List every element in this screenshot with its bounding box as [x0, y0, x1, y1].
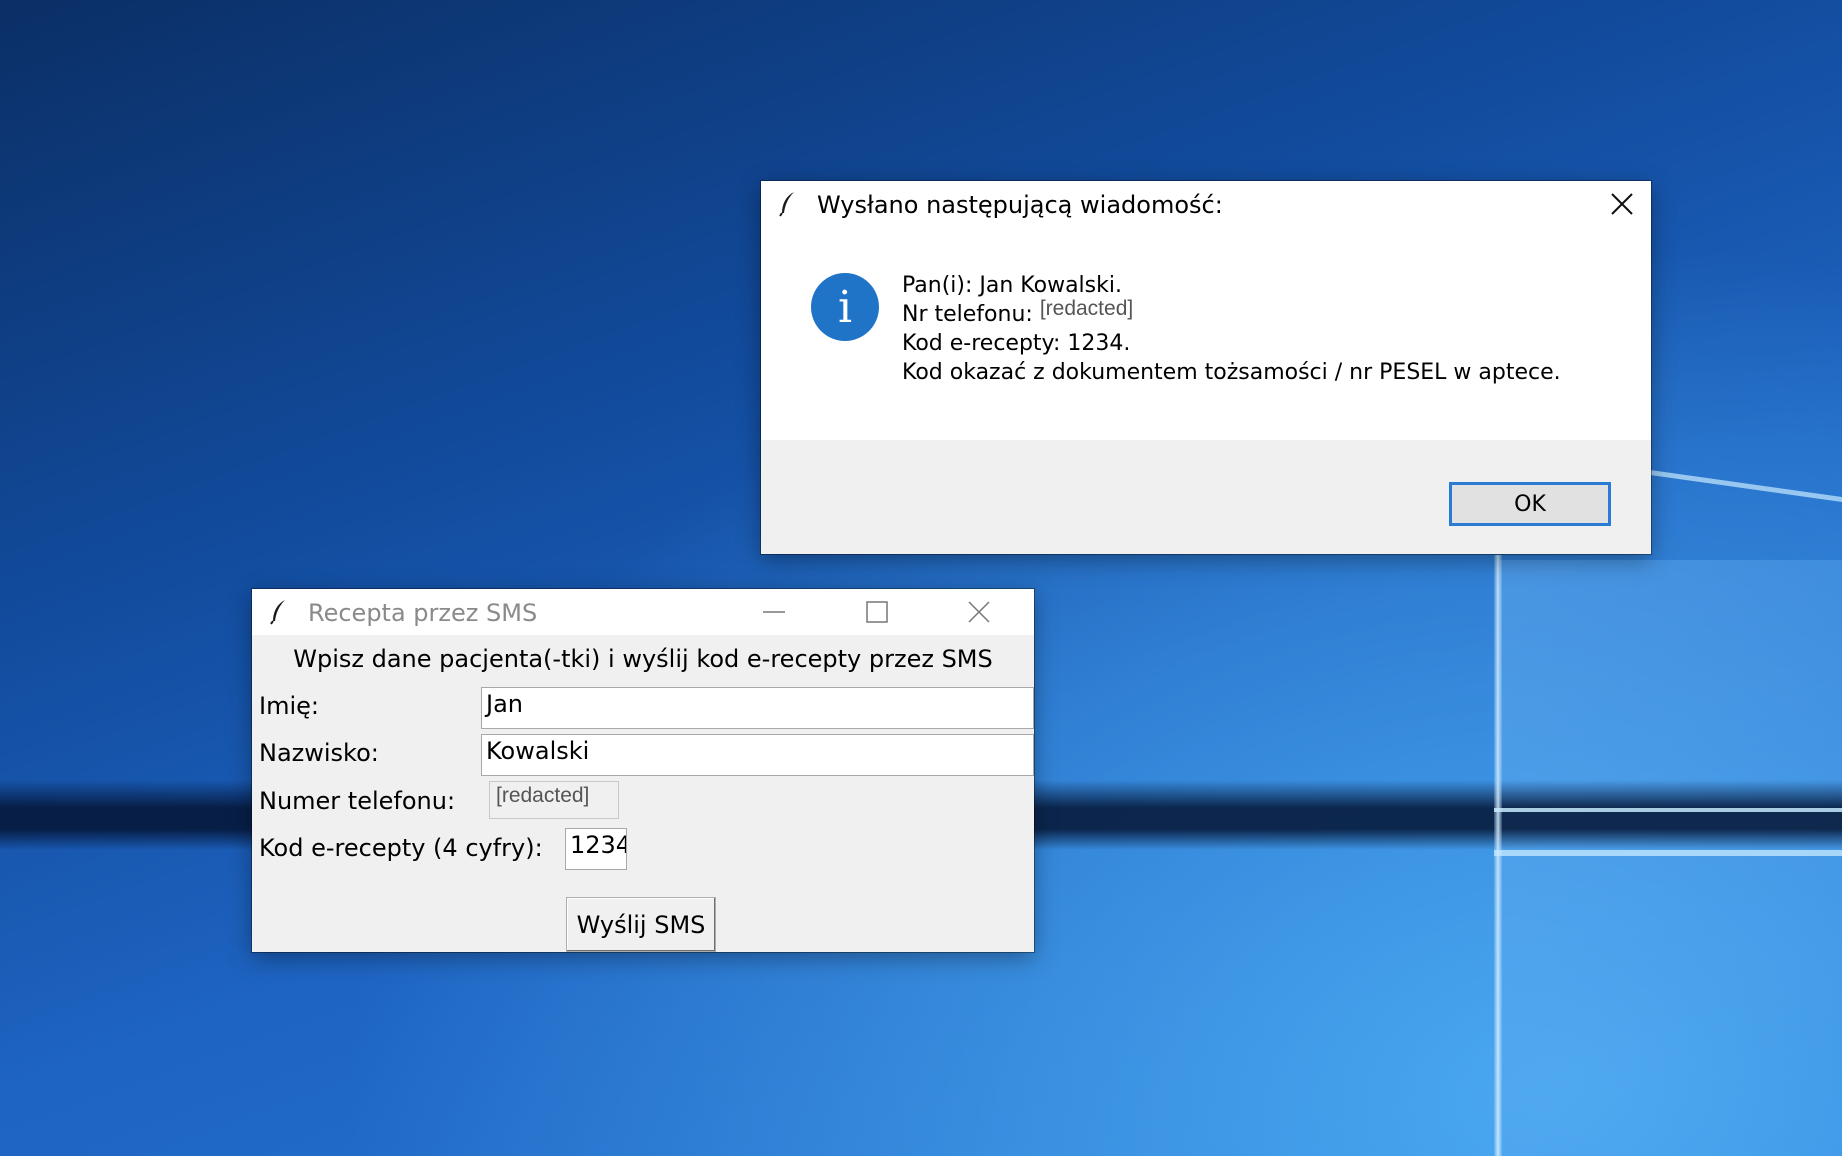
wallpaper-light	[1500, 560, 1842, 1156]
message-line-instructions: Kod okazać z dokumentem tożsamości / nr …	[902, 360, 1561, 385]
feather-icon	[270, 600, 285, 625]
message-line-phone: Nr telefonu: [redacted]	[902, 297, 1561, 329]
dialog-body: i Pan(i): Jan Kowalski. Nr telefonu: [re…	[761, 227, 1651, 440]
code-label: Kod e-recepty (4 cyfry):	[259, 834, 543, 862]
close-button[interactable]	[950, 589, 1008, 635]
close-icon	[1611, 193, 1633, 215]
message-text: Pan(i): Jan Kowalski. Nr telefonu: [reda…	[902, 271, 1561, 387]
message-dialog: Wysłano następującą wiadomość: i Pan(i):…	[761, 181, 1651, 554]
dialog-title: Wysłano następującą wiadomość:	[817, 191, 1223, 219]
maximize-icon	[866, 601, 888, 623]
message-line-patient: Pan(i): Jan Kowalski.	[902, 273, 1122, 298]
minimize-icon	[763, 611, 785, 613]
app-titlebar[interactable]: Recepta przez SMS	[252, 589, 1034, 635]
last-name-input[interactable]: Kowalski	[481, 734, 1034, 776]
phone-input[interactable]: [redacted]	[489, 781, 619, 819]
form-heading: Wpisz dane pacjenta(-tki) i wyślij kod e…	[293, 645, 993, 673]
last-name-label: Nazwisko:	[259, 739, 379, 767]
message-line-code: Kod e-recepty: 1234.	[902, 331, 1131, 356]
maximize-button[interactable]	[848, 589, 906, 635]
ok-button[interactable]: OK	[1449, 482, 1611, 526]
app-title: Recepta przez SMS	[308, 599, 538, 627]
wallpaper-beam	[1649, 470, 1842, 512]
first-name-input[interactable]: Jan	[481, 687, 1034, 729]
wallpaper-beam	[1494, 850, 1842, 856]
desktop-background	[0, 0, 1842, 1156]
code-input[interactable]: 1234	[565, 828, 627, 870]
phone-value: [redacted]	[1039, 297, 1134, 320]
minimize-button[interactable]	[745, 589, 803, 635]
first-name-label: Imię:	[259, 692, 319, 720]
app-window: Recepta przez SMS Wpisz dane pacjenta(-t…	[252, 589, 1034, 952]
wallpaper-beam	[1494, 808, 1842, 812]
app-client-area: Wpisz dane pacjenta(-tki) i wyślij kod e…	[252, 635, 1034, 952]
dialog-titlebar[interactable]: Wysłano następującą wiadomość:	[761, 181, 1651, 227]
phone-label: Numer telefonu:	[259, 787, 456, 815]
close-icon	[968, 601, 990, 623]
feather-icon	[779, 192, 794, 217]
send-sms-button[interactable]: Wyślij SMS	[566, 897, 716, 952]
info-icon: i	[811, 273, 879, 341]
close-button[interactable]	[1593, 181, 1651, 227]
phone-label: Nr telefonu:	[902, 302, 1040, 327]
